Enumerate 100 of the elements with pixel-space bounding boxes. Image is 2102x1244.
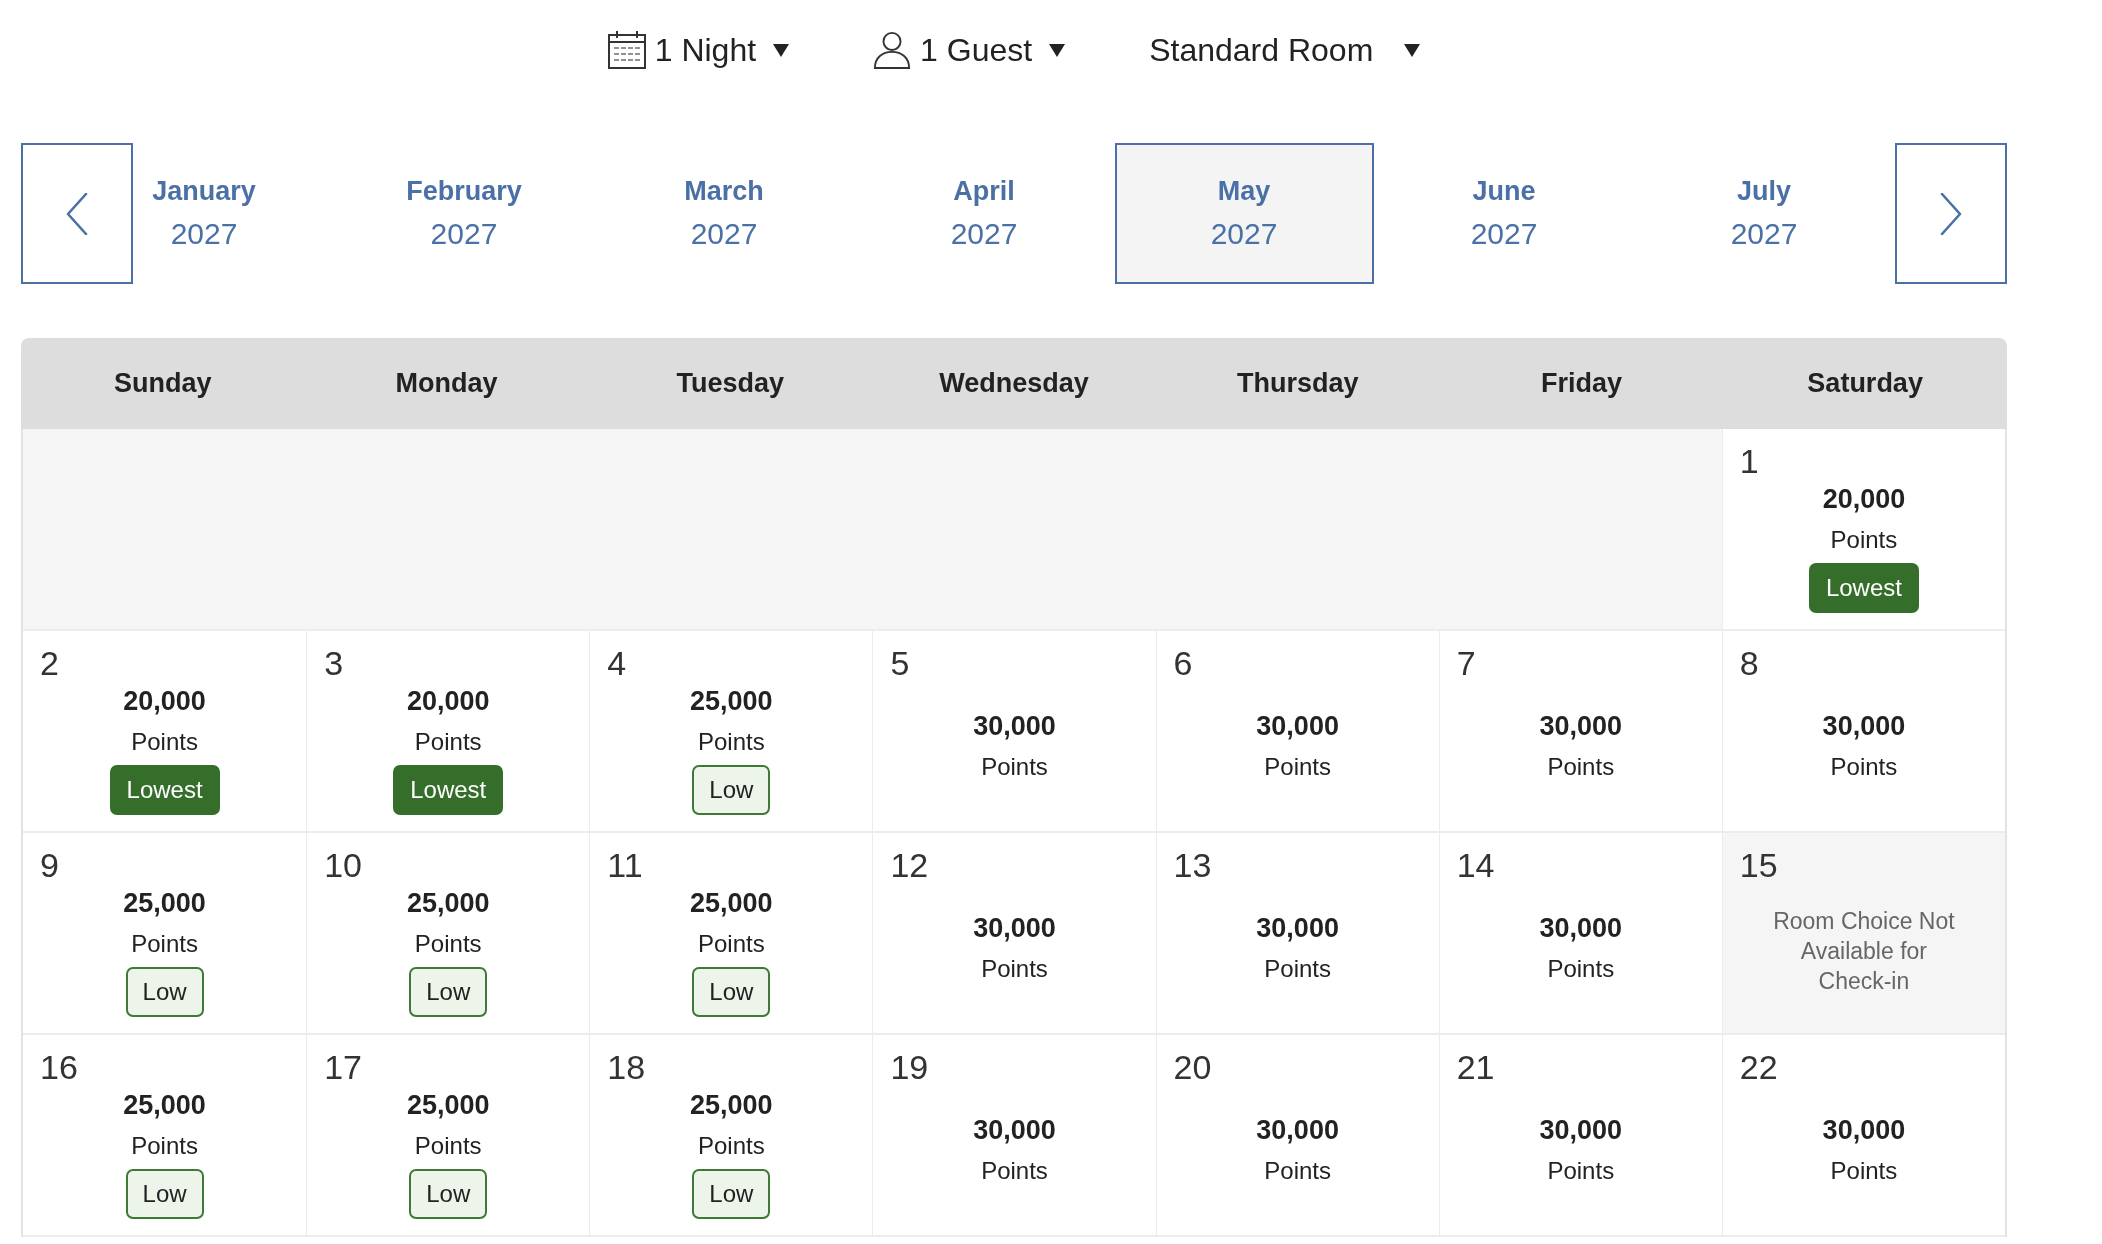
- month-tab[interactable]: July 2027: [1716, 143, 1812, 284]
- month-tab[interactable]: May 2027: [1114, 143, 1374, 284]
- points-amount: 30,000: [973, 710, 1056, 743]
- chevron-left-icon: [66, 192, 88, 235]
- day-number: 14: [1456, 845, 1495, 885]
- points-amount: 25,000: [406, 887, 490, 920]
- points-label: Points: [414, 727, 482, 757]
- caret-icon: [1049, 43, 1066, 57]
- points-amount: 30,000: [1256, 912, 1339, 945]
- caret-icon: [1404, 43, 1421, 57]
- day-number: 2: [40, 643, 59, 683]
- points-label: Points: [698, 929, 765, 959]
- points-amount: 25,000: [123, 887, 206, 920]
- points-label: Points: [1830, 525, 1898, 555]
- day-number: 20: [1173, 1047, 1212, 1087]
- month-tab[interactable]: June 2027: [1456, 143, 1552, 284]
- points-amount: 30,000: [1256, 710, 1339, 743]
- points-label: Points: [981, 954, 1048, 984]
- low-price-tag: Low: [409, 1169, 488, 1219]
- day-number: 7: [1456, 643, 1476, 683]
- points-amount: 20,000: [406, 685, 490, 718]
- day-number: 9: [40, 845, 59, 885]
- points-label: Points: [1264, 1156, 1331, 1186]
- weekday-label: Thursday: [1236, 368, 1359, 399]
- day-number: 11: [607, 845, 643, 885]
- points-amount: 30,000: [1822, 1114, 1906, 1147]
- points-amount: 30,000: [973, 1114, 1056, 1147]
- day-number: 6: [1173, 643, 1193, 683]
- points-label: Points: [131, 1131, 198, 1161]
- points-amount: 30,000: [1256, 1114, 1339, 1147]
- points-amount: 20,000: [123, 685, 206, 718]
- caret-icon: [773, 43, 790, 57]
- points-amount: 25,000: [123, 1089, 206, 1122]
- points-label: Points: [981, 1156, 1048, 1186]
- points-label: Points: [1830, 752, 1898, 782]
- day-number: 10: [324, 845, 362, 885]
- day-number: 17: [324, 1047, 362, 1087]
- points-amount: 25,000: [406, 1089, 490, 1122]
- points-label: Points: [414, 1131, 482, 1161]
- day-number: 13: [1173, 845, 1212, 885]
- points-label: Points: [981, 752, 1048, 782]
- day-number: 3: [324, 643, 344, 683]
- day-number: 16: [40, 1047, 78, 1087]
- points-label: Points: [414, 929, 482, 959]
- person-icon: [873, 30, 912, 70]
- day-number: 4: [607, 643, 627, 683]
- points-amount: 20,000: [1822, 483, 1906, 516]
- points-amount: 30,000: [1539, 710, 1623, 743]
- low-price-tag: Low: [125, 967, 204, 1017]
- day-number: 8: [1739, 643, 1759, 683]
- chevron-right-icon: [1940, 192, 1962, 235]
- points-amount: 30,000: [1822, 710, 1906, 743]
- weekday-label: Tuesday: [676, 368, 785, 399]
- points-amount: 25,000: [690, 685, 773, 718]
- lowest-price-tag: Lowest: [1808, 563, 1919, 613]
- guests-dropdown[interactable]: 1 Guest: [873, 30, 1066, 70]
- weekday-label: Wednesday: [939, 368, 1089, 399]
- month-tab[interactable]: April 2027: [936, 143, 1032, 284]
- unavailable-note: Room Choice Not Available for Check-in: [1772, 907, 1956, 996]
- calendar-icon: [607, 31, 646, 69]
- points-label: Points: [131, 929, 198, 959]
- previous-month-button[interactable]: [21, 143, 133, 284]
- weekday-label: Saturday: [1807, 368, 1923, 399]
- month-tab[interactable]: January 2027: [138, 143, 270, 284]
- day-number: 1: [1739, 441, 1759, 481]
- day-number: 21: [1456, 1047, 1495, 1087]
- points-amount: 30,000: [973, 912, 1056, 945]
- points-label: Points: [1547, 752, 1615, 782]
- day-number: 19: [890, 1047, 929, 1087]
- month-tab[interactable]: February 2027: [392, 143, 536, 284]
- weekday-label: Monday: [395, 368, 498, 399]
- weekday-label: Friday: [1540, 368, 1622, 399]
- points-label: Points: [1264, 954, 1331, 984]
- points-label: Points: [698, 1131, 765, 1161]
- day-number: 18: [607, 1047, 646, 1087]
- low-price-tag: Low: [692, 967, 771, 1017]
- points-amount: 25,000: [690, 1089, 773, 1122]
- low-price-tag: Low: [409, 967, 488, 1017]
- lowest-price-tag: Lowest: [393, 765, 504, 815]
- points-amount: 30,000: [1539, 912, 1623, 945]
- month-tab[interactable]: March 2027: [670, 143, 778, 284]
- points-amount: 30,000: [1539, 1114, 1623, 1147]
- nights-dropdown[interactable]: 1 Night: [607, 30, 790, 70]
- points-label: Points: [1547, 1156, 1615, 1186]
- points-amount: 25,000: [690, 887, 773, 920]
- low-price-tag: Low: [692, 765, 771, 815]
- lowest-price-tag: Lowest: [109, 765, 220, 815]
- points-label: Points: [1264, 752, 1331, 782]
- points-label: Points: [698, 727, 765, 757]
- low-price-tag: Low: [692, 1169, 771, 1219]
- weekday-label: Sunday: [114, 368, 212, 399]
- points-label: Points: [131, 727, 198, 757]
- points-label: Points: [1830, 1156, 1898, 1186]
- day-number: 22: [1739, 1047, 1778, 1087]
- day-number: 15: [1739, 845, 1778, 885]
- low-price-tag: Low: [125, 1169, 204, 1219]
- day-number: 5: [890, 643, 910, 683]
- room-type-dropdown[interactable]: Standard Room: [1149, 30, 1421, 70]
- next-month-button[interactable]: [1895, 143, 2007, 284]
- points-label: Points: [1547, 954, 1615, 984]
